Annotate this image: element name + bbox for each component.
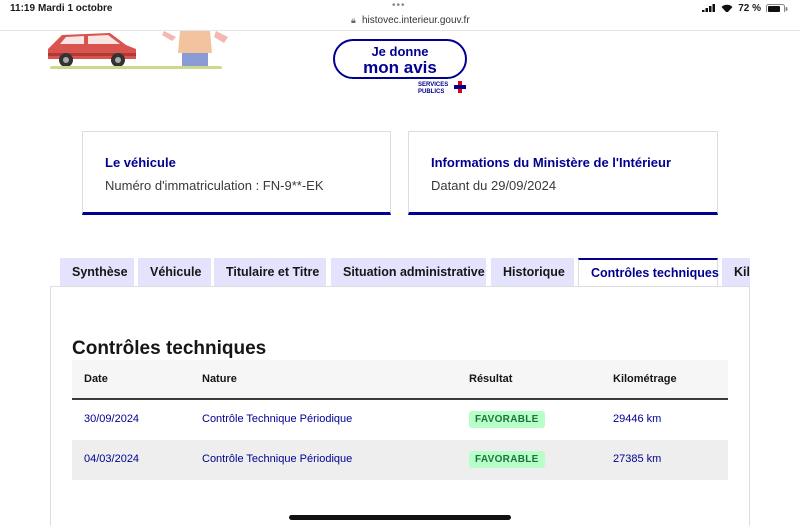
result-badge: FAVORABLE [469,411,545,428]
lock-icon: 🔒︎ [351,15,356,25]
row-km: 29446 km [613,413,662,425]
url-bar[interactable]: 🔒︎ histovec.interieur.gouv.fr [0,12,800,30]
result-badge: FAVORABLE [469,451,545,468]
vehicle-card-title: Le véhicule [105,155,176,170]
table-row[interactable]: 04/03/2024 Contrôle Technique Périodique… [72,440,728,480]
row-km: 27385 km [613,453,662,465]
col-resultat: Résultat [469,373,513,385]
url-text[interactable]: histovec.interieur.gouv.fr [362,15,470,26]
tab-controles-techniques[interactable]: Contrôles techniques [578,258,719,286]
ministry-card-date: Datant du 29/09/2024 [431,178,557,193]
services-publics-logo: SERVICES PUBLICS [418,81,466,96]
tab-titulaire[interactable]: Titulaire et Titre [214,258,326,286]
give-feedback-button[interactable]: Je donne mon avis [333,39,467,79]
tab-historique[interactable]: Historique [491,258,574,286]
car-illustration [40,31,230,71]
plus-logo-icon [454,81,466,93]
multitask-dots-icon[interactable]: ••• [392,0,406,11]
tab-vehicule[interactable]: Véhicule [138,258,211,286]
table-row[interactable]: 30/09/2024 Contrôle Technique Périodique… [72,400,728,440]
feedback-line1: Je donne [371,44,429,59]
home-indicator[interactable] [289,515,511,520]
feedback-line2: mon avis [363,58,437,77]
ministry-card-title: Informations du Ministère de l'Intérieur [431,155,672,170]
section-title: Contrôles techniques [72,338,267,359]
tab-situation-administrative[interactable]: Situation administrative [331,258,486,286]
row-nature: Contrôle Technique Périodique [202,413,353,425]
vehicle-card: Le véhicule Numéro d'immatriculation : F… [82,131,391,215]
table-header: Date Nature Résultat Kilométrage [72,360,728,400]
tab-kilometrage[interactable]: Kilométrage [722,258,750,286]
vehicle-plate: Numéro d'immatriculation : FN-9**-EK [105,178,324,193]
services-line1: SERVICES [418,82,449,88]
ministry-info-card: Informations du Ministère de l'Intérieur… [408,131,718,215]
col-date: Date [84,373,108,385]
row-nature: Contrôle Technique Périodique [202,453,353,465]
controls-table: Date Nature Résultat Kilométrage 30/09/2… [72,360,728,480]
illustration-ground [50,66,222,69]
row-date: 04/03/2024 [84,453,140,465]
col-kilometrage: Kilométrage [613,373,677,385]
row-date: 30/09/2024 [84,413,140,425]
services-line2: PUBLICS [418,89,445,95]
col-nature: Nature [202,373,237,385]
tab-bar: Synthèse Véhicule Titulaire et Titre Sit… [60,258,750,286]
tab-synthese[interactable]: Synthèse [60,258,134,286]
